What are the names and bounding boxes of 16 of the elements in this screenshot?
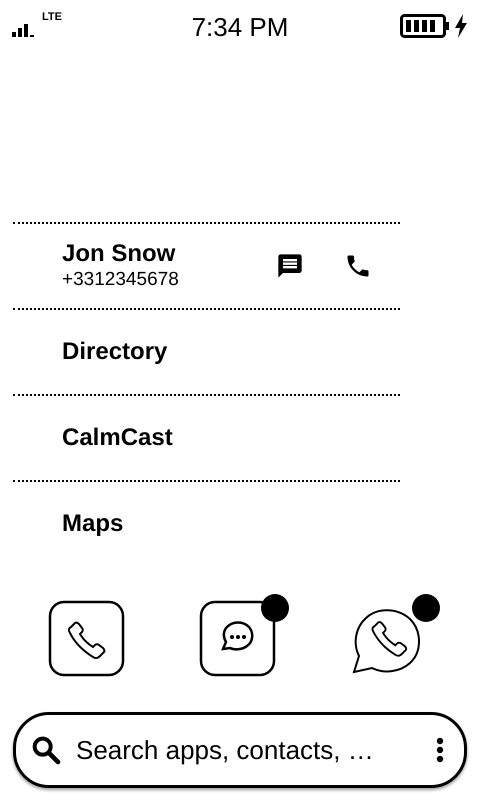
chat-bubble-icon (222, 621, 254, 651)
contact-name: Jon Snow (62, 240, 176, 269)
message-icon[interactable] (276, 252, 304, 280)
app-name[interactable]: Maps (62, 510, 124, 538)
handset-icon (372, 621, 408, 657)
search-bar[interactable]: Search apps, contacts, … (13, 712, 467, 788)
phone-number: +3312345678 (62, 269, 179, 292)
app-name[interactable]: Directory (62, 338, 168, 366)
search-field[interactable]: Search apps, contacts, … (74, 730, 424, 770)
search-icon (30, 734, 62, 766)
battery-icon (400, 14, 450, 38)
more-options-icon[interactable] (436, 737, 444, 763)
handset-icon (68, 622, 106, 660)
clock: 7:34 PM (192, 11, 288, 44)
network-label: LTE (42, 12, 62, 23)
app-name[interactable]: CalmCast (62, 424, 173, 452)
